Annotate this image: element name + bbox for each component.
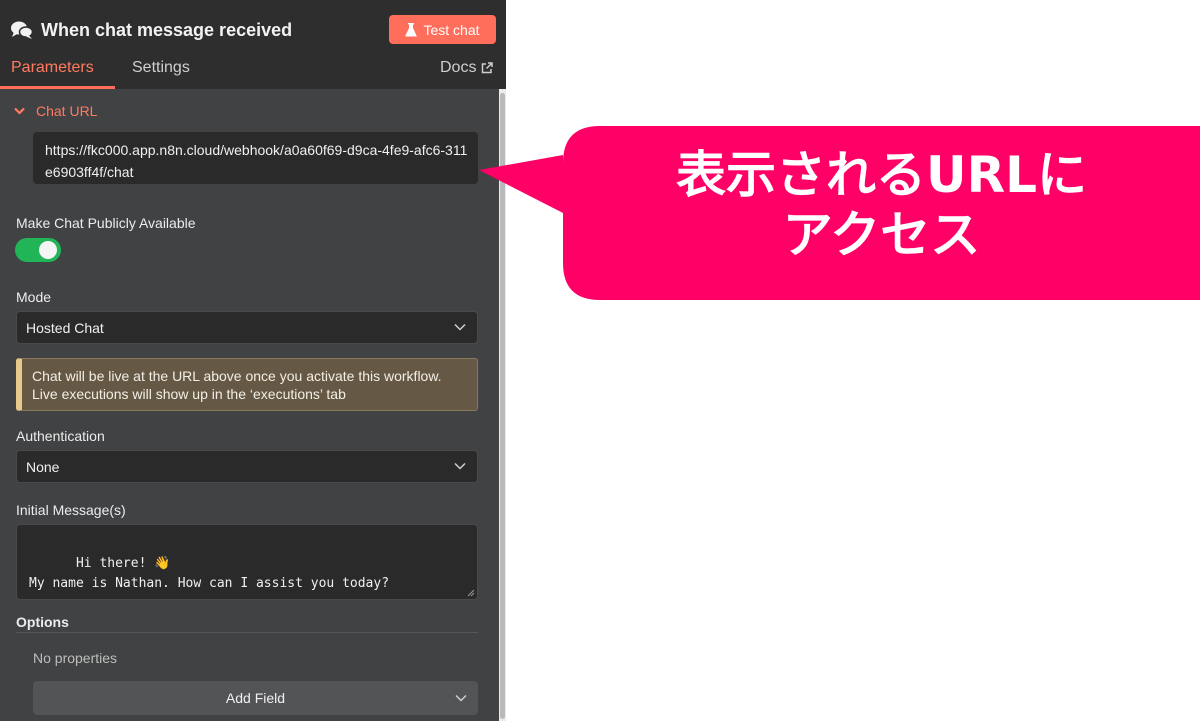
- activation-notice: Chat will be live at the URL above once …: [16, 358, 478, 411]
- tab-settings[interactable]: Settings: [132, 59, 190, 77]
- chevron-down-icon: [454, 323, 466, 331]
- initial-messages-textarea[interactable]: Hi there! 👋 My name is Nathan. How can I…: [16, 524, 478, 600]
- initial-messages-label: Initial Message(s): [16, 502, 126, 518]
- tab-parameters[interactable]: Parameters: [11, 59, 94, 77]
- chat-url-section-label: Chat URL: [36, 103, 98, 119]
- options-label: Options: [16, 614, 69, 630]
- public-availability-toggle[interactable]: [15, 238, 61, 262]
- chevron-down-icon: [455, 694, 467, 702]
- flask-icon: [405, 22, 418, 36]
- public-toggle-label: Make Chat Publicly Available: [16, 215, 196, 231]
- resize-grip-icon[interactable]: [467, 589, 475, 597]
- mode-label: Mode: [16, 289, 52, 305]
- scrollbar-thumb[interactable]: [500, 93, 505, 719]
- external-link-icon: [482, 62, 494, 74]
- chevron-down-icon: [14, 107, 25, 115]
- callout-line-2: アクセス: [782, 206, 981, 264]
- chat-bubbles-icon: [11, 21, 33, 39]
- node-settings-panel: When chat message received Test chat Par…: [0, 0, 506, 721]
- screenshot-stage: When chat message received Test chat Par…: [0, 0, 1200, 721]
- chat-url-section-toggle[interactable]: Chat URL: [14, 103, 97, 119]
- add-field-label: Add Field: [225, 690, 286, 706]
- mode-select-value: Hosted Chat: [26, 319, 104, 336]
- callout-line-1: 表示されるURLに: [676, 146, 1087, 204]
- authentication-select[interactable]: None: [16, 450, 478, 483]
- test-chat-label: Test chat: [423, 21, 480, 38]
- callout-text: 表示されるURLに アクセス: [563, 145, 1200, 265]
- toggle-knob: [39, 241, 57, 259]
- node-title-text: When chat message received: [41, 19, 293, 40]
- authentication-label: Authentication: [16, 428, 105, 444]
- mode-select[interactable]: Hosted Chat: [16, 311, 478, 344]
- no-properties-text: No properties: [33, 650, 118, 666]
- panel-header: When chat message received Test chat Par…: [0, 0, 506, 89]
- test-chat-button[interactable]: Test chat: [389, 15, 496, 44]
- authentication-select-value: None: [26, 458, 60, 475]
- notice-line-2: Live executions will show up in the ‘exe…: [32, 386, 346, 402]
- chat-url-field[interactable]: https://fkc000.app.n8n.cloud/webhook/a0a…: [33, 132, 478, 184]
- node-title: When chat message received: [11, 17, 292, 43]
- panel-scrollbar[interactable]: [499, 89, 506, 721]
- notice-line-1: Chat will be live at the URL above once …: [32, 368, 442, 384]
- initial-messages-text: Hi there! 👋 My name is Nathan. How can I…: [29, 556, 390, 591]
- docs-link-label: Docs: [440, 59, 477, 76]
- chevron-down-icon: [454, 462, 466, 470]
- options-divider: [16, 632, 478, 633]
- active-tab-indicator: [0, 86, 115, 89]
- add-field-button[interactable]: Add Field: [33, 681, 478, 715]
- docs-link[interactable]: Docs: [440, 59, 494, 77]
